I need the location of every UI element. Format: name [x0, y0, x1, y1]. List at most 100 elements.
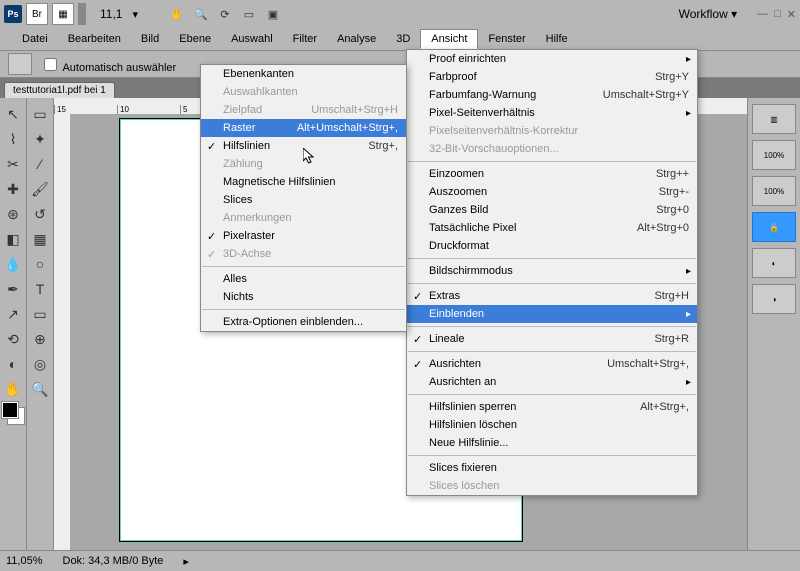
ansicht-sep — [408, 258, 696, 259]
gradient-tool[interactable]: ▦ — [28, 227, 52, 251]
3d-pan-tool[interactable]: ⊕ — [28, 327, 52, 351]
einblenden-item-7[interactable]: Slices — [201, 191, 406, 209]
ansicht-item-23[interactable]: Hilfslinien sperrenAlt+Strg+, — [407, 398, 697, 416]
color-swatches[interactable] — [2, 402, 24, 424]
separator — [78, 3, 86, 25]
3d-walk-tool[interactable]: ◎ — [28, 352, 52, 376]
bridge-button[interactable]: Br — [26, 3, 48, 25]
menu-bearbeiten[interactable]: Bearbeiten — [58, 30, 131, 48]
hand-icon[interactable]: ✋ — [168, 5, 186, 23]
pen-tool[interactable]: ✒ — [1, 277, 25, 301]
einblenden-item-9[interactable]: Pixelraster — [201, 227, 406, 245]
ansicht-item-15[interactable]: ExtrasStrg+H — [407, 287, 697, 305]
einblenden-item-8: Anmerkungen — [201, 209, 406, 227]
3d-orbit-tool[interactable]: ◐ — [1, 352, 25, 376]
menu-ansicht[interactable]: Ansicht — [420, 29, 478, 49]
zoom-tool[interactable]: 🔍 — [28, 377, 52, 401]
menu-hilfe[interactable]: Hilfe — [536, 30, 578, 48]
lasso-tool[interactable]: ⌇ — [1, 127, 25, 151]
close-button[interactable]: ✕ — [787, 8, 796, 21]
ansicht-item-24[interactable]: Hilfslinien löschen — [407, 416, 697, 434]
move-tool[interactable]: ↖ — [1, 102, 25, 126]
ansicht-sep — [408, 283, 696, 284]
ansicht-item-11[interactable]: Druckformat — [407, 237, 697, 255]
clone-tool[interactable]: ⊛ — [1, 202, 25, 226]
status-zoom[interactable]: 11,05% — [6, 555, 43, 567]
ansicht-item-18[interactable]: LinealeStrg+R — [407, 330, 697, 348]
rotate-icon[interactable]: ⟳ — [216, 5, 234, 23]
einblenden-item-15[interactable]: Extra-Optionen einblenden... — [201, 313, 406, 331]
navigator-panel-icon[interactable]: ▥ — [752, 104, 796, 134]
marquee-tool[interactable]: ▭ — [28, 102, 52, 126]
3d-rotate-tool[interactable]: ⟲ — [1, 327, 25, 351]
title-bar: Ps Br ▦ 11,1▾ ✋ 🔍 ⟳ ▭ ▣ Workflow ▾ — □ ✕ — [0, 0, 800, 28]
ansicht-item-20[interactable]: AusrichtenUmschalt+Strg+, — [407, 355, 697, 373]
ansicht-item-8[interactable]: AuszoomenStrg+- — [407, 183, 697, 201]
ansicht-item-0[interactable]: Proof einrichten — [407, 50, 697, 68]
menu-filter[interactable]: Filter — [283, 30, 327, 48]
workspace-selector[interactable]: Workflow ▾ — [679, 7, 737, 21]
menu-fenster[interactable]: Fenster — [478, 30, 535, 48]
ansicht-item-3[interactable]: Pixel-Seitenverhältnis — [407, 104, 697, 122]
einblenden-item-3[interactable]: RasterAlt+Umschalt+Strg+, — [201, 119, 406, 137]
menu-ebene[interactable]: Ebene — [169, 30, 221, 48]
view-modes-button[interactable]: ▦ — [52, 3, 74, 25]
menu-analyse[interactable]: Analyse — [327, 30, 386, 48]
zoom-icon[interactable]: 🔍 — [192, 5, 210, 23]
hand-tool[interactable]: ✋ — [1, 377, 25, 401]
einblenden-item-13[interactable]: Nichts — [201, 288, 406, 306]
ansicht-item-1[interactable]: FarbproofStrg+Y — [407, 68, 697, 86]
dodge-tool[interactable]: ○ — [28, 252, 52, 276]
path-tool[interactable]: ↗ — [1, 302, 25, 326]
menu-auswahl[interactable]: Auswahl — [221, 30, 283, 48]
menu-bar: DateiBearbeitenBildEbeneAuswahlFilterAna… — [0, 28, 800, 51]
ansicht-item-27[interactable]: Slices fixieren — [407, 459, 697, 477]
crop-tool[interactable]: ✂ — [1, 152, 25, 176]
einblenden-item-5: Zählung — [201, 155, 406, 173]
blur-tool[interactable]: 💧 — [1, 252, 25, 276]
einblenden-item-0[interactable]: Ebenenkanten — [201, 65, 406, 83]
type-tool[interactable]: T — [28, 277, 52, 301]
screen-mode-icon[interactable]: ▣ — [264, 5, 282, 23]
ansicht-menu: Proof einrichtenFarbproofStrg+YFarbumfan… — [406, 49, 698, 496]
adjustments-panel-icon[interactable]: ◑ — [752, 284, 796, 314]
document-tab[interactable]: testtutoria1l.pdf bei 1 — [4, 82, 115, 98]
einblenden-item-12[interactable]: Alles — [201, 270, 406, 288]
status-doc-info[interactable]: Dok: 34,3 MB/0 Byte — [63, 555, 164, 567]
brush-tool[interactable]: 🖌 — [28, 177, 52, 201]
tool-preset-button[interactable] — [8, 53, 32, 75]
window-controls: — □ ✕ — [757, 8, 796, 21]
menu-datei[interactable]: Datei — [12, 30, 58, 48]
minimize-button[interactable]: — — [757, 8, 768, 21]
maximize-button[interactable]: □ — [774, 8, 781, 21]
styles-panel-icon[interactable]: ◐ — [752, 248, 796, 278]
ansicht-item-2[interactable]: Farbumfang-WarnungUmschalt+Strg+Y — [407, 86, 697, 104]
einblenden-item-1: Auswahlkanten — [201, 83, 406, 101]
menu-bild[interactable]: Bild — [131, 30, 169, 48]
fill-indicator[interactable]: 100% — [752, 176, 796, 206]
panel-dock: ▥ 100% 100% 🔒 ◐ ◑ — [747, 98, 800, 550]
eyedropper-tool[interactable]: ⁄ — [28, 152, 52, 176]
layer-thumb[interactable]: 🔒 — [752, 212, 796, 242]
healing-tool[interactable]: ✚ — [1, 177, 25, 201]
menu-3d[interactable]: 3D — [386, 30, 420, 48]
shape-tool[interactable]: ▭ — [28, 302, 52, 326]
history-brush-tool[interactable]: ↺ — [28, 202, 52, 226]
eraser-tool[interactable]: ◧ — [1, 227, 25, 251]
einblenden-item-6[interactable]: Magnetische Hilfslinien — [201, 173, 406, 191]
auto-select-checkbox[interactable]: Automatisch auswähler — [40, 55, 176, 74]
ansicht-item-10[interactable]: Tatsächliche PixelAlt+Strg+0 — [407, 219, 697, 237]
opacity-indicator[interactable]: 100% — [752, 140, 796, 170]
ansicht-item-9[interactable]: Ganzes BildStrg+0 — [407, 201, 697, 219]
wand-tool[interactable]: ✦ — [28, 127, 52, 151]
zoom-level[interactable]: 11,1 — [100, 7, 122, 21]
arrange-icon[interactable]: ▭ — [240, 5, 258, 23]
ansicht-sep — [408, 351, 696, 352]
ansicht-item-7[interactable]: EinzoomenStrg++ — [407, 165, 697, 183]
ansicht-item-25[interactable]: Neue Hilfslinie... — [407, 434, 697, 452]
einblenden-item-4[interactable]: HilfslinienStrg+, — [201, 137, 406, 155]
ansicht-item-13[interactable]: Bildschirmmodus — [407, 262, 697, 280]
ansicht-item-16[interactable]: Einblenden — [407, 305, 697, 323]
ruler-vertical[interactable] — [54, 114, 71, 550]
ansicht-item-21[interactable]: Ausrichten an — [407, 373, 697, 391]
